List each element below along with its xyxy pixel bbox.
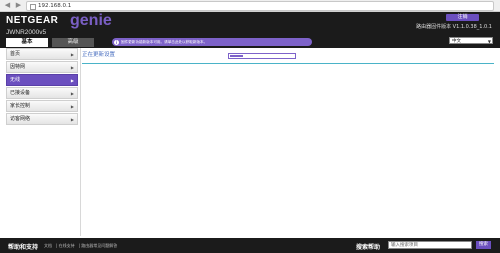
genie-logo: genie — [70, 12, 112, 29]
firmware-version: 路由器固件版本 V1.1.0.38_1.0.1 — [416, 24, 492, 30]
search-help-input[interactable]: 输入搜索项目 — [388, 241, 472, 249]
progress-fill — [230, 55, 243, 57]
sidebar-item-label: 访客网络 — [10, 116, 31, 122]
logout-button[interactable]: 注销 — [446, 14, 479, 21]
sidebar-item-internet[interactable]: 因特网 ▶ — [6, 61, 78, 73]
tab-basic[interactable]: 基本 — [6, 38, 48, 47]
help-footer: 帮助和支持 文档 | 在线支持 | 路由器常见问题解答 搜索帮助 输入搜索项目 搜索 — [0, 238, 500, 253]
sidebar-item-parental-controls[interactable]: 家长控制 ▶ — [6, 100, 78, 112]
language-select[interactable]: 中文 ▼ — [449, 37, 493, 44]
url-text: 192.168.0.1 — [38, 3, 72, 9]
search-help-label: 搜索帮助 — [356, 244, 381, 251]
sidebar-item-home[interactable]: 首页 ▶ — [6, 48, 78, 60]
sidebar-item-guest-network[interactable]: 访客网络 ▶ — [6, 113, 78, 125]
search-button[interactable]: 搜索 — [476, 241, 491, 249]
sidebar-item-label: 首页 — [10, 51, 21, 57]
update-notice-text: 固件更新功能新版本可用。请单击此处以获取新版本。 — [121, 40, 208, 44]
link-documentation[interactable]: 文档 — [44, 243, 52, 248]
divider — [82, 63, 494, 64]
chevron-right-icon: ▶ — [70, 104, 74, 109]
sidebar-item-label: 家长控制 — [10, 103, 31, 109]
forward-icon[interactable]: ▶ — [14, 1, 23, 10]
sidebar-item-label: 无线 — [10, 77, 21, 83]
link-online-support[interactable]: 在线支持 — [59, 243, 75, 248]
info-icon: i — [114, 39, 119, 45]
browser-toolbar: ◀ ▶ 192.168.0.1 — [0, 0, 500, 12]
sidebar: 首页 ▶ 因特网 ▶ 无线 ▶ 已接设备 ▶ 家长控制 ▶ 访客网络 ▶ — [6, 48, 78, 126]
sidebar-item-attached-devices[interactable]: 已接设备 ▶ — [6, 87, 78, 99]
model-name: JWNR2000v5 — [6, 29, 47, 36]
sidebar-item-label: 已接设备 — [10, 90, 31, 96]
chevron-right-icon: ▶ — [70, 117, 74, 122]
chevron-right-icon: ▶ — [70, 52, 74, 57]
netgear-logo: NETGEAR — [6, 15, 59, 26]
address-bar[interactable]: 192.168.0.1 — [26, 1, 494, 11]
language-value: 中文 — [452, 39, 461, 44]
status-text: 正在更新设置 — [82, 52, 116, 58]
page-icon — [30, 4, 36, 10]
progress-bar — [228, 53, 296, 59]
sidebar-item-wireless[interactable]: 无线 ▶ — [6, 74, 78, 86]
update-notice[interactable]: i 固件更新功能新版本可用。请单击此处以获取新版本。 — [112, 38, 312, 46]
chevron-right-icon: ▶ — [70, 91, 74, 96]
content-panel — [80, 48, 495, 236]
back-icon[interactable]: ◀ — [3, 1, 12, 10]
chevron-right-icon: ▶ — [70, 78, 74, 83]
link-router-faq[interactable]: 路由器常见问题解答 — [81, 243, 117, 248]
router-header: NETGEAR genie JWNR2000v5 注销 路由器固件版本 V1.1… — [0, 12, 500, 48]
help-links: 文档 | 在线支持 | 路由器常见问题解答 — [44, 243, 118, 248]
sidebar-item-label: 因特网 — [10, 64, 26, 70]
tab-advanced[interactable]: 高级 — [52, 38, 94, 47]
chevron-down-icon: ▼ — [487, 39, 491, 44]
help-title: 帮助和支持 — [8, 244, 39, 251]
chevron-right-icon: ▶ — [70, 65, 74, 70]
